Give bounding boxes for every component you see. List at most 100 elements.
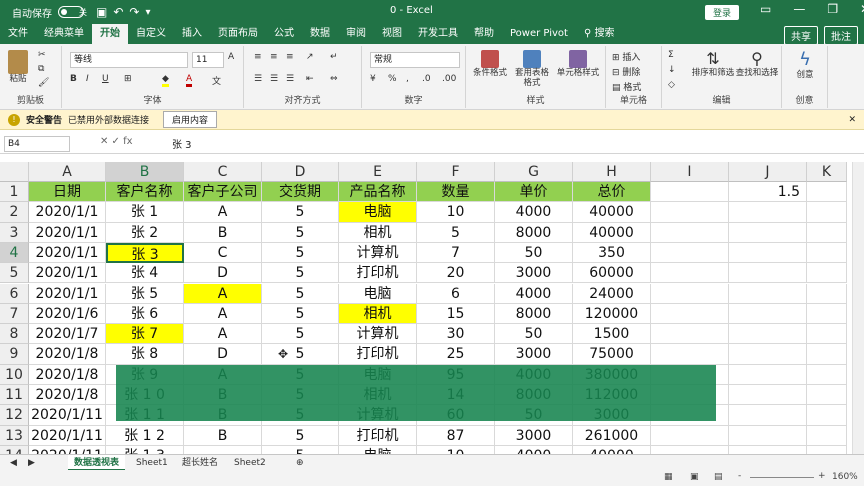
undo-icon[interactable]: ↶ [113, 5, 123, 19]
cell-j6[interactable] [729, 283, 807, 304]
merge-center-icon[interactable]: ⇔ [330, 74, 338, 84]
delete-cells-button[interactable]: ⊟ 删除 [612, 65, 640, 78]
cell-k7[interactable] [807, 303, 847, 325]
cell-k14[interactable] [807, 445, 847, 454]
format-cells-button[interactable]: ▤ 格式 [612, 80, 641, 93]
cell-b2[interactable]: 张 1 [106, 202, 184, 223]
cell-f9[interactable]: 25 [417, 344, 495, 365]
cell-k3[interactable] [807, 222, 847, 243]
cell-e1[interactable]: 产品名称 [339, 182, 417, 203]
cell-i5[interactable] [651, 263, 729, 284]
cell-e13[interactable]: 打印机 [339, 425, 417, 446]
search-box[interactable]: ⚲ 搜索 [576, 24, 623, 44]
cell-f6[interactable]: 6 [417, 283, 495, 304]
row-header-2[interactable]: 2 [0, 202, 29, 223]
tab-data[interactable]: 数据 [302, 24, 338, 44]
cell-i13[interactable] [651, 425, 729, 446]
conditional-format-button[interactable]: 条件格式 [470, 50, 510, 78]
cell-e9[interactable]: 打印机 [339, 344, 417, 365]
cell-c2[interactable]: A [184, 202, 262, 223]
clear-icon[interactable]: ◇ [668, 80, 675, 90]
cell-i4[interactable] [651, 242, 729, 264]
formula-input[interactable]: 张 3 [172, 136, 192, 151]
ribbon-display-icon[interactable]: ▭ [760, 2, 771, 16]
cell-k1[interactable] [807, 182, 847, 203]
row-header-14[interactable]: 14 [0, 445, 29, 454]
column-header-k[interactable]: K [807, 162, 847, 182]
view-page-break-icon[interactable]: ▤ [714, 472, 723, 482]
zoom-level[interactable]: 160% [832, 472, 858, 482]
cell-a3[interactable]: 2020/1/1 [29, 222, 106, 243]
cell-h1[interactable]: 总价 [573, 182, 651, 203]
comma-icon[interactable]: , [406, 74, 409, 84]
login-button[interactable]: 登录 [705, 5, 740, 20]
cell-a7[interactable]: 2020/1/6 [29, 303, 106, 325]
cell-b6[interactable]: 张 5 [106, 283, 184, 304]
sort-filter-button[interactable]: ⇅ 排序和筛选 [690, 50, 736, 79]
cell-j8[interactable] [729, 324, 807, 345]
cell-d3[interactable]: 5 [262, 222, 339, 243]
format-as-table-button[interactable]: 套用表格格式 [512, 50, 552, 88]
orientation-icon[interactable]: ↗ [306, 52, 314, 62]
minimize-button[interactable]: — [793, 2, 805, 16]
zoom-out-button[interactable]: - [738, 471, 741, 481]
cell-f7[interactable]: 15 [417, 303, 495, 325]
align-top-icon[interactable]: ≡ [254, 52, 262, 62]
column-header-g[interactable]: G [495, 162, 573, 182]
indent-icon[interactable]: ⇤ [306, 74, 314, 84]
row-header-12[interactable]: 12 [0, 405, 29, 426]
border-icon[interactable]: ⊞ [124, 74, 132, 84]
align-bottom-icon[interactable]: ≡ [286, 52, 294, 62]
font-size-select[interactable]: 11 [192, 52, 224, 68]
cell-g6[interactable]: 4000 [495, 283, 573, 304]
column-header-a[interactable]: A [29, 162, 106, 182]
cell-styles-button[interactable]: 单元格样式 [554, 50, 602, 78]
cell-f14[interactable]: 10 [417, 445, 495, 454]
view-page-layout-icon[interactable]: ▣ [690, 472, 699, 482]
cell-i8[interactable] [651, 324, 729, 345]
sheet-tab-sheet1[interactable]: Sheet1 [130, 455, 174, 471]
comment-button[interactable]: 批注 [824, 26, 858, 45]
cell-j5[interactable] [729, 263, 807, 284]
name-box[interactable]: B4 [4, 136, 70, 152]
enable-content-button[interactable]: 启用内容 [163, 111, 218, 128]
cell-f1[interactable]: 数量 [417, 182, 495, 203]
sheet-tab-sheet2[interactable]: Sheet2 [228, 455, 272, 471]
cell-k9[interactable] [807, 344, 847, 365]
cell-j13[interactable] [729, 425, 807, 446]
prev-sheet-icon[interactable]: ◀ [4, 455, 23, 471]
increase-decimal-icon[interactable]: .0 [422, 74, 431, 84]
cell-a6[interactable]: 2020/1/1 [29, 283, 106, 304]
cell-j1[interactable]: 1.5 [729, 182, 807, 203]
cell-g13[interactable]: 3000 [495, 425, 573, 446]
cell-a9[interactable]: 2020/1/8 [29, 344, 106, 365]
cell-j7[interactable] [729, 303, 807, 325]
decrease-decimal-icon[interactable]: .00 [442, 74, 456, 84]
tab-review[interactable]: 审阅 [338, 24, 374, 44]
column-header-e[interactable]: E [339, 162, 417, 182]
row-header-11[interactable]: 11 [0, 385, 29, 406]
cell-b13[interactable]: 张 1 2 [106, 425, 184, 446]
cell-a5[interactable]: 2020/1/1 [29, 263, 106, 284]
cell-g7[interactable]: 8000 [495, 303, 573, 325]
row-header-8[interactable]: 8 [0, 324, 29, 345]
cell-k5[interactable] [807, 263, 847, 284]
cell-b1[interactable]: 客户名称 [106, 182, 184, 203]
cell-g14[interactable]: 4000 [495, 445, 573, 454]
cell-h7[interactable]: 120000 [573, 303, 651, 325]
cell-d7[interactable]: 5 [262, 303, 339, 325]
cell-b9[interactable]: 张 8 [106, 344, 184, 365]
cell-a1[interactable]: 日期 [29, 182, 106, 203]
cell-j3[interactable] [729, 222, 807, 243]
number-format-select[interactable]: 常规 [370, 52, 460, 68]
cell-j9[interactable] [729, 344, 807, 365]
phonetic-icon[interactable]: 文 [212, 74, 221, 87]
cell-h5[interactable]: 60000 [573, 263, 651, 284]
tab-file[interactable]: 文件 [0, 24, 36, 44]
cell-k4[interactable] [807, 242, 847, 264]
column-header-j[interactable]: J [729, 162, 807, 182]
cell-d6[interactable]: 5 [262, 283, 339, 304]
share-button[interactable]: 共享 [784, 26, 818, 45]
cell-k12[interactable] [807, 405, 847, 426]
cell-b4[interactable]: 张 3 [106, 242, 184, 264]
